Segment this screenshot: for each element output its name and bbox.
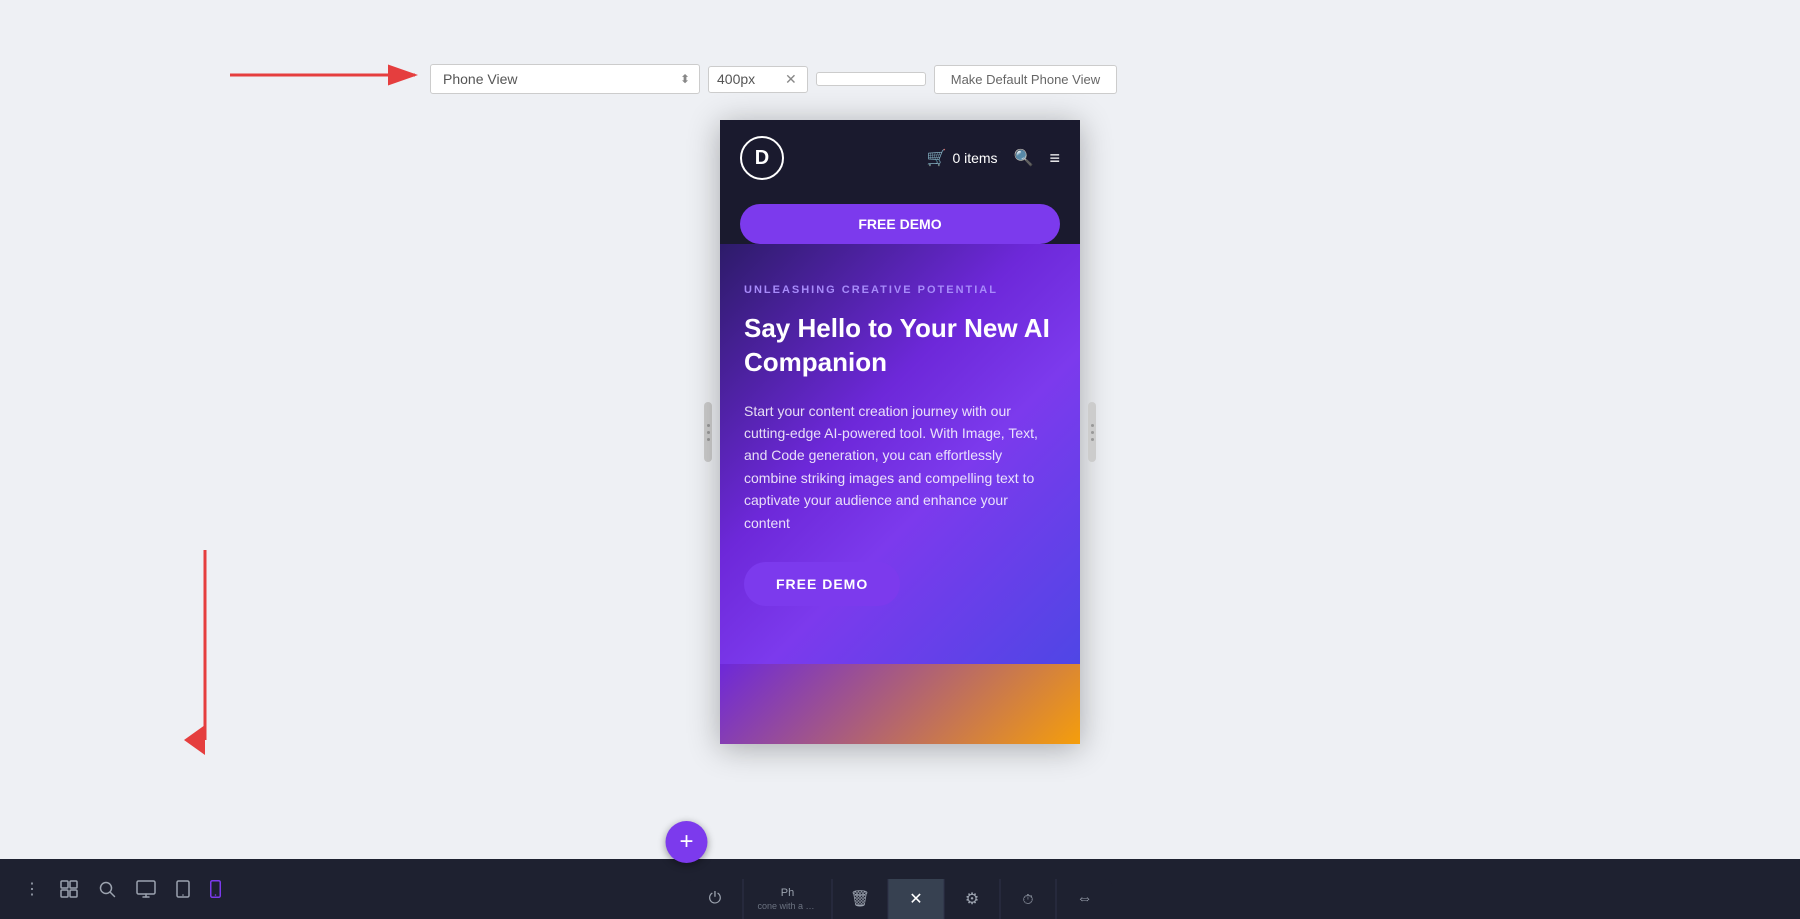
view-select[interactable]: Phone View Desktop View Tablet View [430, 64, 700, 94]
resize-handle-left[interactable] [704, 402, 712, 462]
history-icon: ⏱ [1023, 891, 1034, 908]
site-logo: D [740, 136, 784, 180]
search-icon[interactable]: 🔍 [1014, 148, 1034, 168]
cart-icon: 🛒 [927, 148, 947, 168]
hamburger-icon[interactable]: ≡ [1049, 148, 1060, 169]
cart-count: 0 items [952, 150, 997, 166]
extra-width-field [816, 72, 926, 86]
center-action-bar: + ⏻ Ph cone with a ch... chip cookie on … [688, 879, 1113, 919]
layout-icon [60, 880, 78, 898]
phone-nav-right: 🛒 0 items 🔍 ≡ [927, 148, 1060, 169]
make-default-button[interactable]: Make Default Phone View [934, 65, 1117, 94]
search-icon [98, 880, 116, 898]
phone-nav: D 🛒 0 items 🔍 ≡ [720, 120, 1080, 196]
element-label[interactable]: Ph cone with a ch... chip cookie on top.… [744, 879, 833, 919]
phone-view-button[interactable] [202, 872, 229, 906]
delete-icon: 🗑 [850, 889, 870, 909]
hero-subtitle: UNLEASHING CREATIVE POTENTIAL [744, 284, 1056, 296]
canvas-area: D 🛒 0 items 🔍 ≡ FREE DEMO UNLEASHING CRE… [0, 0, 1800, 919]
history-button[interactable]: ⏱ [1001, 879, 1057, 919]
element-name-text: Ph [781, 887, 794, 899]
settings-icon: ⚙ [965, 889, 979, 909]
resize-handle-right[interactable] [1088, 402, 1096, 462]
hero-cta-button[interactable]: FREE DEMO [744, 562, 900, 606]
resize-dot [1091, 431, 1094, 434]
resize-icon: ⇔ [1077, 890, 1093, 908]
hero-title: Say Hello to Your New AI Companion [744, 312, 1056, 380]
view-select-wrapper: Phone View Desktop View Tablet View ⬍ [430, 64, 700, 94]
settings-button[interactable]: ⚙ [945, 879, 1001, 919]
top-toolbar: Phone View Desktop View Tablet View ⬍ ✕ … [0, 64, 1800, 94]
close-button[interactable]: ✕ [889, 879, 945, 919]
action-bar-inner: ⏻ Ph cone with a ch... chip cookie on to… [688, 879, 1113, 919]
width-input-wrapper: ✕ [708, 66, 808, 93]
desktop-view-button[interactable] [128, 872, 164, 906]
resize-dot [707, 424, 710, 427]
tablet-icon [176, 880, 190, 898]
fab-add-button[interactable]: + [666, 821, 708, 863]
phone-preview-container: D 🛒 0 items 🔍 ≡ FREE DEMO UNLEASHING CRE… [720, 120, 1080, 744]
layout-button[interactable] [52, 872, 86, 906]
cart-icon-wrap[interactable]: 🛒 0 items [927, 148, 998, 168]
search-button[interactable] [90, 872, 124, 906]
resize-transform-button[interactable]: ⇔ [1057, 879, 1113, 919]
delete-button[interactable]: 🗑 [833, 879, 889, 919]
phone-hero-section: UNLEASHING CREATIVE POTENTIAL Say Hello … [720, 244, 1080, 664]
hero-description: Start your content creation journey with… [744, 400, 1056, 534]
visibility-toggle[interactable]: ⏻ [688, 879, 744, 919]
width-input[interactable] [717, 71, 777, 87]
close-icon: ✕ [909, 889, 922, 909]
power-icon: ⏻ [709, 890, 722, 908]
bottom-left-tools: ⋮ [16, 871, 229, 907]
phone-preview: D 🛒 0 items 🔍 ≡ FREE DEMO UNLEASHING CRE… [720, 120, 1080, 744]
resize-dot [707, 438, 710, 441]
resize-dot [707, 431, 710, 434]
tablet-view-button[interactable] [168, 872, 198, 906]
phone-bottom-section [720, 664, 1080, 744]
clear-width-button[interactable]: ✕ [783, 71, 799, 88]
nav-free-demo-button[interactable]: FREE DEMO [740, 204, 1060, 244]
resize-dot [1091, 424, 1094, 427]
more-options-button[interactable]: ⋮ [16, 871, 48, 907]
resize-dot [1091, 438, 1094, 441]
phone-icon [210, 880, 221, 898]
desktop-icon [136, 880, 156, 898]
element-sub-text: cone with a ch... chip cookie on top... [758, 901, 818, 911]
